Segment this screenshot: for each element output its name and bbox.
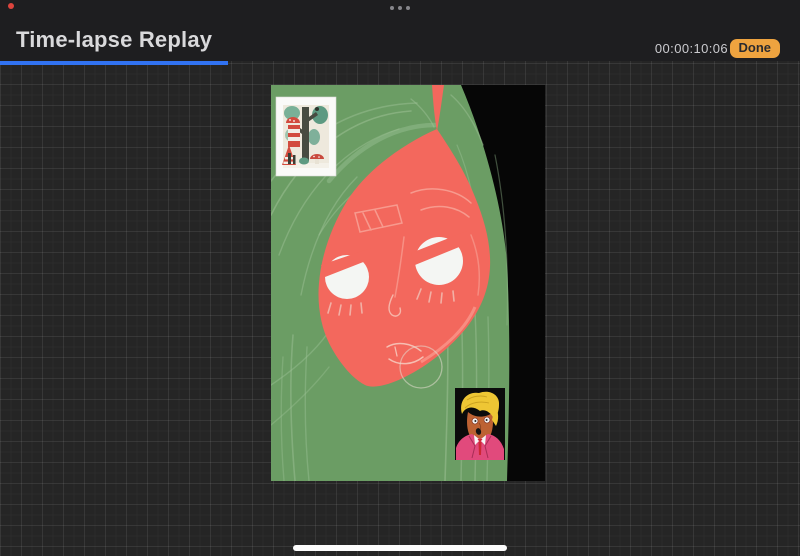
dot-icon [406,6,410,10]
artwork-illustration [271,85,545,481]
timelapse-replay-screen: Time-lapse Replay 00:00:10:06 Done [0,0,800,556]
multitasking-handle-icon[interactable] [390,6,410,10]
reference-holiday-print [276,97,336,176]
dot-icon [390,6,394,10]
recording-indicator-dot [8,3,14,9]
done-button[interactable]: Done [730,39,781,58]
reference-caricature-portrait [455,388,505,460]
home-indicator[interactable] [293,545,507,551]
page-title: Time-lapse Replay [16,27,212,53]
timelapse-timestamp: 00:00:10:06 [655,41,728,56]
timelapse-canvas[interactable] [271,85,545,481]
dot-icon [398,6,402,10]
replay-progress-bar[interactable] [0,61,228,65]
